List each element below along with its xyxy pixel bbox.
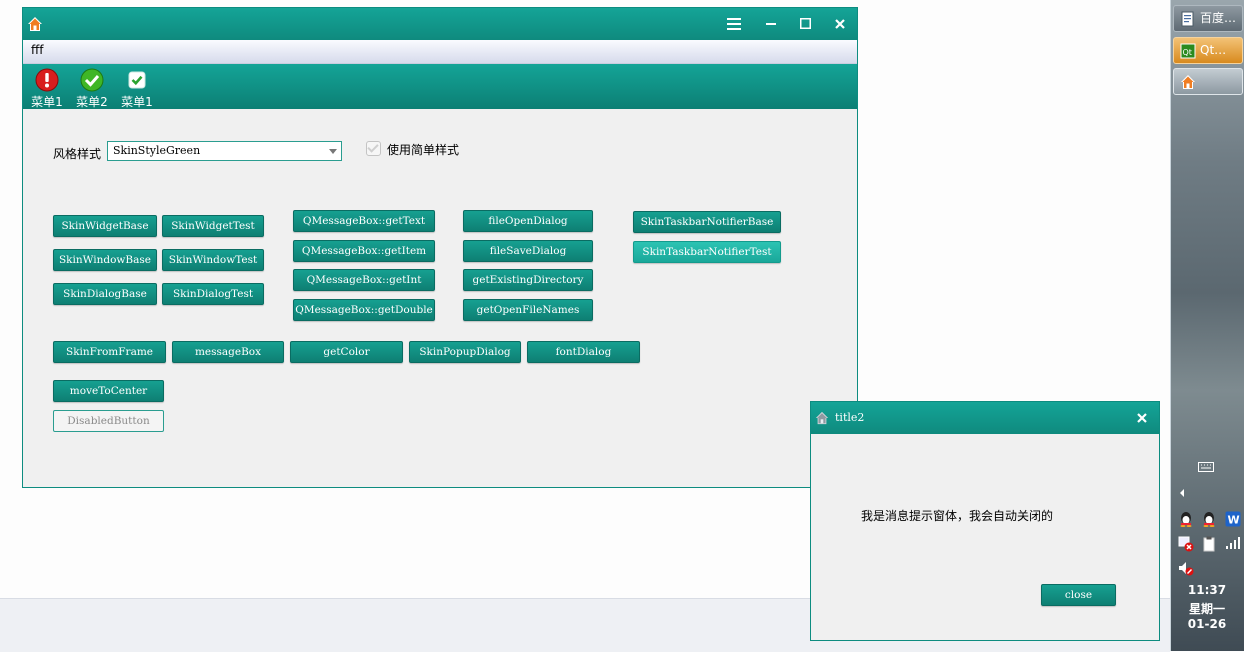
taskbar-item-app[interactable] [1173,68,1243,95]
get-open-file-names-button[interactable]: getOpenFileNames [463,299,593,321]
get-existing-directory-button[interactable]: getExistingDirectory [463,269,593,291]
taskbar-item-qt[interactable]: Qt Qt… [1173,37,1243,64]
volume-muted-icon[interactable] [1178,560,1194,576]
skin-widget-base-button[interactable]: SkinWidgetBase [53,215,157,237]
clipboard-icon[interactable] [1201,536,1217,552]
svg-text:Qt: Qt [1183,48,1192,57]
close-icon[interactable] [829,14,851,34]
toolbar: 菜单1 菜单2 菜单1 [23,64,857,109]
font-dialog-button[interactable]: fontDialog [527,341,640,363]
checkbox-icon [125,68,149,92]
clock-weekday[interactable]: 星期一 [1170,600,1244,617]
toolbar-label: 菜单1 [121,95,153,109]
qq-icon[interactable] [1201,511,1217,527]
main-content: 风格样式 SkinStyleGreen 使用简单样式 SkinWidgetBas… [23,110,857,487]
warning-icon [35,68,59,92]
clock-date[interactable]: 01-26 [1170,617,1244,631]
popup-message: 我是消息提示窗体，我会自动关闭的 [861,509,1054,523]
toolbar-label: 菜单1 [31,95,63,109]
taskbar-notifier-test-button[interactable]: SkinTaskbarNotifierTest [633,241,781,263]
taskbar-item-label: 百度… [1200,11,1237,25]
toolbar-item-menu1-b[interactable]: 菜单1 [117,68,157,110]
taskbar-notifier-base-button[interactable]: SkinTaskbarNotifierBase [633,211,781,233]
menu-icon[interactable] [723,14,745,34]
skin-from-frame-button[interactable]: SkinFromFrame [53,341,166,363]
file-save-dialog-button[interactable]: fileSaveDialog [463,240,593,262]
menu-bar: fff [23,40,857,64]
skin-dialog-base-button[interactable]: SkinDialogBase [53,283,157,305]
toolbar-item-menu1[interactable]: 菜单1 [27,68,67,110]
chevron-down-icon [329,149,337,154]
style-combobox[interactable]: SkinStyleGreen [107,141,342,161]
skin-widget-test-button[interactable]: SkinWidgetTest [162,215,264,237]
taskbar: 百度… Qt Qt… [1170,0,1244,651]
get-item-button[interactable]: QMessageBox::getItem [293,240,435,262]
message-box-button[interactable]: messageBox [172,341,284,363]
qt-icon: Qt [1180,43,1196,59]
check-circle-icon [80,68,104,92]
disabled-button: DisabledButton [53,410,164,432]
qq-icon[interactable] [1178,511,1194,527]
notifier-popup: title2 我是消息提示窗体，我会自动关闭的 close [810,401,1160,641]
chevron-left-icon[interactable] [1178,487,1186,503]
home-icon [27,16,43,32]
get-double-button[interactable]: QMessageBox::getDouble [293,299,435,321]
skin-window-test-button[interactable]: SkinWindowTest [162,249,264,271]
style-combobox-value: SkinStyleGreen [113,144,201,157]
file-open-dialog-button[interactable]: fileOpenDialog [463,210,593,232]
toolbar-label: 菜单2 [76,95,108,109]
popup-title: title2 [835,411,865,424]
popup-close-button[interactable]: close [1041,584,1116,606]
home-icon [815,411,831,427]
title-bar[interactable] [23,8,857,40]
svg-text:W: W [1228,514,1240,527]
document-icon [1180,11,1196,27]
popup-title-bar[interactable]: title2 [811,402,1159,434]
menu-item-fff[interactable]: fff [31,43,44,57]
word-icon[interactable]: W [1225,511,1241,527]
get-text-button[interactable]: QMessageBox::getText [293,210,435,232]
simple-style-label: 使用简单样式 [387,143,460,157]
skin-dialog-test-button[interactable]: SkinDialogTest [162,283,264,305]
clock-time[interactable]: 11:37 [1170,583,1244,597]
move-to-center-button[interactable]: moveToCenter [53,380,164,402]
style-label: 风格样式 [53,147,102,161]
get-int-button[interactable]: QMessageBox::getInt [293,269,435,291]
toolbar-item-menu2[interactable]: 菜单2 [72,68,112,110]
taskbar-item-baidu[interactable]: 百度… [1173,5,1243,32]
home-icon [1180,74,1196,90]
main-window: fff 菜单1 菜单2 菜单1 风格样式 SkinStyleGreen 使用简单… [22,7,858,488]
network-disconnected-icon[interactable] [1178,536,1194,552]
skin-popup-dialog-button[interactable]: SkinPopupDialog [409,341,521,363]
close-icon[interactable] [1131,408,1153,428]
minimize-icon[interactable] [760,14,782,34]
signal-icon[interactable] [1225,536,1241,552]
taskbar-item-label: Qt… [1200,43,1227,57]
keyboard-icon[interactable] [1198,461,1214,477]
simple-style-checkbox[interactable] [366,141,381,156]
get-color-button[interactable]: getColor [290,341,403,363]
maximize-icon[interactable] [794,14,816,34]
skin-window-base-button[interactable]: SkinWindowBase [53,249,157,271]
